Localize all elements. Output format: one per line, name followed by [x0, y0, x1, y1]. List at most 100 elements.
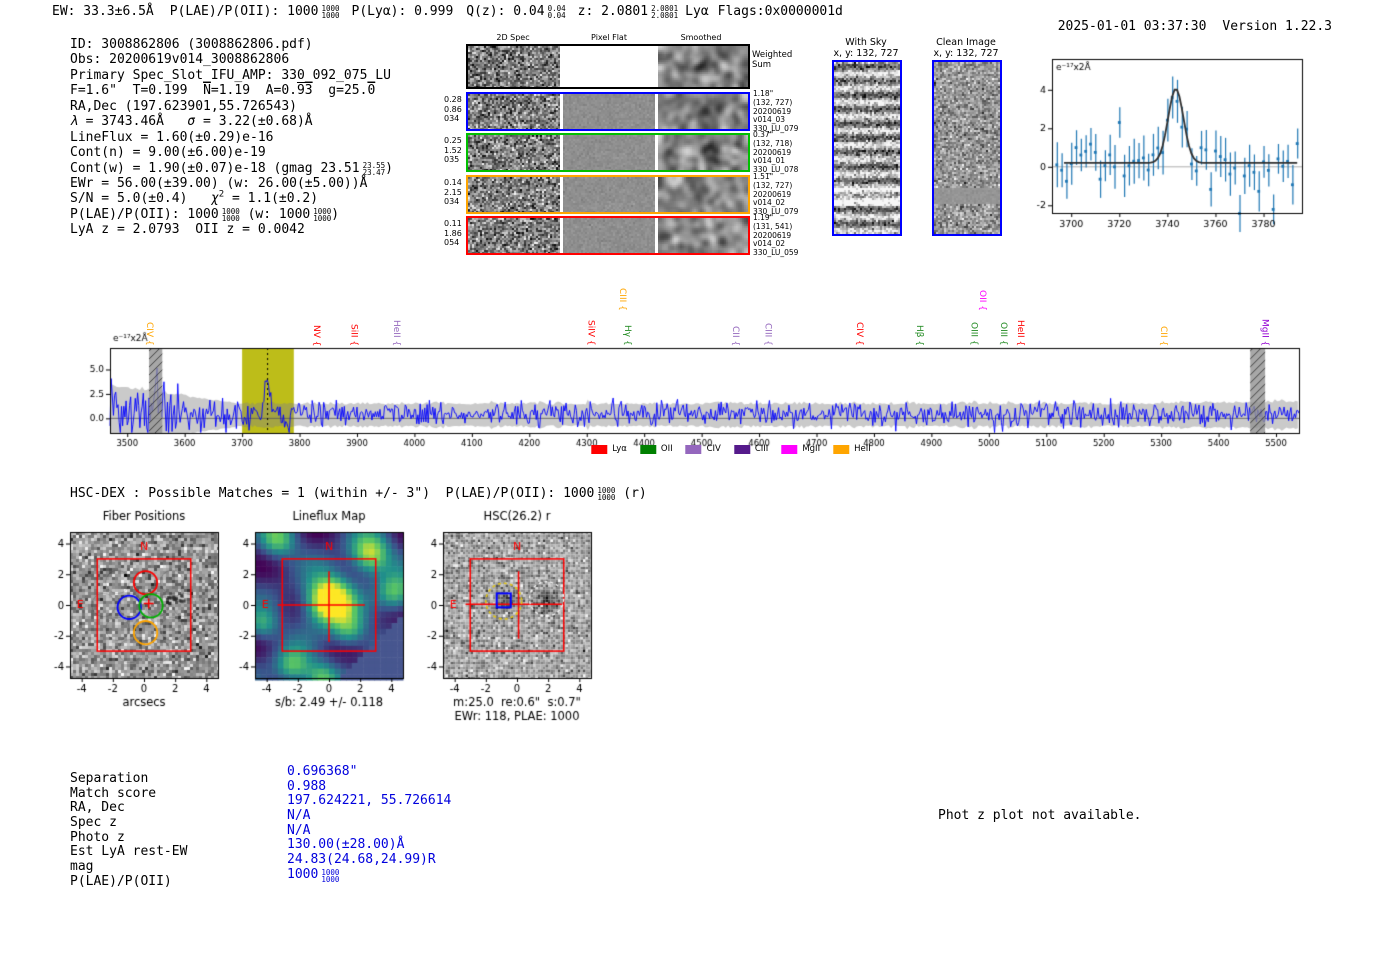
row-left-stats: 0.28 0.86 034 [444, 95, 462, 123]
match-table-value: 1000 1000 1000 [287, 866, 340, 884]
info-line-2: Primary Spec_Slot_IFU_AMP: 330_092_075_L… [70, 67, 391, 83]
info-line-6: LineFlux = 1.60(±0.29)e-16 [70, 129, 274, 145]
weighted-sum-label: Weighted Sum [752, 50, 793, 70]
col-title-pixelflat: Pixel Flat [591, 33, 627, 42]
info-line-0: ID: 3008862806 (3008862806.pdf) [70, 37, 313, 52]
line-label-siiv: SiIV { [585, 320, 596, 346]
cutout-pixelflat-image [563, 135, 655, 170]
info-line-3: F=1.6" T=0.199 N=1.19 A=0.93 g=25.0 [70, 83, 376, 99]
clean-image-coords: x, y: 132, 727 [933, 48, 999, 59]
match-table-values: 0.696368" 0.988 197.624221, 55.726614 N/A N/… [287, 764, 452, 884]
stacked-fraction: 1000 1000 [321, 867, 340, 884]
cutout-2d-row [466, 216, 750, 255]
cutout-2dspec-image [468, 218, 560, 253]
info-line-9: EWr = 56.00(±39.00) (w: 26.00(±5.00))Å [70, 175, 368, 191]
cutout-2dspec-image [468, 135, 560, 170]
line-fit-zoom-plot [1028, 45, 1318, 235]
info-line-7: Cont(n) = 9.00(±6.00)e-19 [70, 145, 266, 161]
hsc-dex-match-line: HSC-DEX : Possible Matches = 1 (within +… [70, 486, 647, 502]
match-table-label: RA, Dec [70, 800, 125, 816]
line-label-cii: CII { [1158, 325, 1169, 346]
cutout-2d-row [466, 175, 750, 214]
cutout-pixelflat-image [563, 46, 655, 87]
legend-item-civ: CIV [685, 444, 721, 454]
match-table-value: 130.00(±28.00)Å [287, 837, 405, 853]
legend-label: CIV [706, 444, 721, 454]
line-label-oii: OII { [977, 290, 988, 311]
stacked-fraction: 0.04 0.04 [547, 4, 566, 20]
row-left-stats: 0.11 1.86 054 [444, 219, 462, 247]
line-label-hβ: Hβ { [913, 324, 924, 346]
col-title-2dspec: 2D Spec [496, 33, 530, 42]
line-label-nv: NV { [310, 324, 321, 346]
legend-label: MgII [802, 444, 821, 454]
match-table-labels: Separation Match score RA, Dec Spec z Photo … [70, 771, 187, 890]
cutout-2dspec-image [468, 46, 560, 87]
legend-label: Lyα [612, 444, 627, 454]
with-sky-coords: x, y: 132, 727 [833, 48, 899, 59]
col-title-smoothed: Smoothed [680, 33, 722, 42]
with-sky-title: With Sky [845, 37, 887, 48]
line-label-heii: HeII { [391, 319, 402, 346]
row-right-ids: 1.18" (132, 727) 20200619 v014_03 330_LU_079 [753, 89, 799, 134]
info-line-1: Obs: 20200619v014_3008862806 [70, 52, 290, 68]
line-label-ciii: CIII { [616, 288, 627, 311]
legend-label: CIII [754, 444, 769, 454]
line-label-hγ: Hγ { [622, 325, 633, 346]
cutout-smoothed-image [658, 177, 748, 212]
legend-swatch [781, 444, 798, 454]
line-label-oiii: OIII { [968, 322, 979, 346]
match-table-label: Photo z [70, 829, 125, 845]
match-table-value: 0.696368" [287, 764, 358, 779]
match-table-label: mag [70, 859, 94, 875]
match-table-value: 197.624221, 55.726614 [287, 793, 452, 809]
legend-swatch [833, 444, 850, 454]
legend-swatch [639, 444, 656, 454]
report-version: Version 1.22.3 [1222, 19, 1332, 34]
line-label-siii: SiII { [348, 323, 359, 346]
cutout-2d-row [466, 92, 750, 131]
match-table-value: 24.83(24.68,24.99)R [287, 852, 436, 868]
info-line-4: RA,Dec (197.623901,55.726543) [70, 98, 297, 114]
legend-swatch [685, 444, 702, 454]
line-label-heii: HeII { [1014, 319, 1025, 346]
info-line-12: LyA z = 2.0793 OII z = 0.0042 [70, 222, 305, 238]
legend-item-heii: HeII [833, 444, 871, 454]
line-label-cii: CII { [730, 325, 741, 346]
header-datetime-version: 2025-01-01 03:37:30 Version 1.22.3 [1026, 4, 1332, 49]
row-right-ids: 1.19" (131, 541) 20200619 v014_02 330_LU_059 [753, 213, 799, 258]
line-label-civ: CIV { [854, 322, 865, 346]
lineflux-map-plot [223, 506, 415, 708]
header-summary: EW: 33.3±6.5Å P(LAE)/P(OII): 1000 1000 1000… [52, 4, 843, 20]
stacked-fraction: 1000 1000 [313, 206, 332, 223]
photz-note: Phot z plot not available. [938, 808, 1142, 823]
match-table-value: 0.988 [287, 778, 327, 794]
spectrum-legend: Lyα OII CIV CIII MgII HeII [591, 444, 871, 454]
line-label-ciii: CIII { [762, 323, 773, 346]
row-right-ids: 1.51" (132, 727) 20200619 v014_02 330_LU_079 [753, 172, 799, 217]
legend-label: OII [660, 444, 673, 454]
match-table-value: N/A [287, 808, 311, 824]
match-table-label: Spec z [70, 815, 117, 831]
line-label-oiii: OIII { [997, 322, 1008, 346]
cutout-smoothed-image [658, 46, 748, 87]
stacked-fraction: 1000 1000 [221, 206, 240, 223]
with-sky-image [832, 60, 902, 236]
cutout-2dspec-image [468, 177, 560, 212]
match-table-label: Match score [70, 785, 157, 801]
stacked-fraction: 1000 1000 [321, 4, 340, 20]
match-table-label: Separation [70, 771, 149, 786]
match-table-label: P(LAE)/P(OII) [70, 873, 172, 889]
detection-info-block: ID: 3008862806 (3008862806.pdf) Obs: 2020… [70, 37, 393, 238]
line-label-mgii: MgII { [1259, 318, 1270, 346]
stacked-fraction: 2.0801 2.0801 [651, 4, 679, 20]
cutout-smoothed-image [658, 94, 748, 129]
report-datetime: 2025-01-01 03:37:30 [1057, 19, 1207, 34]
full-spectrum-plot [80, 328, 1320, 462]
cutout-2dspec-image [468, 94, 560, 129]
cutout-pixelflat-image [563, 94, 655, 129]
stacked-fraction: 1000 1000 [597, 486, 616, 502]
clean-image-title: Clean Image [936, 37, 996, 48]
info-line-5: λ = 3743.46Å σ = 3.22(±0.68)Å [70, 114, 313, 130]
info-line-11: P(LAE)/P(OII): 1000 1000 1000 (w: 1000 1000… [70, 206, 340, 223]
